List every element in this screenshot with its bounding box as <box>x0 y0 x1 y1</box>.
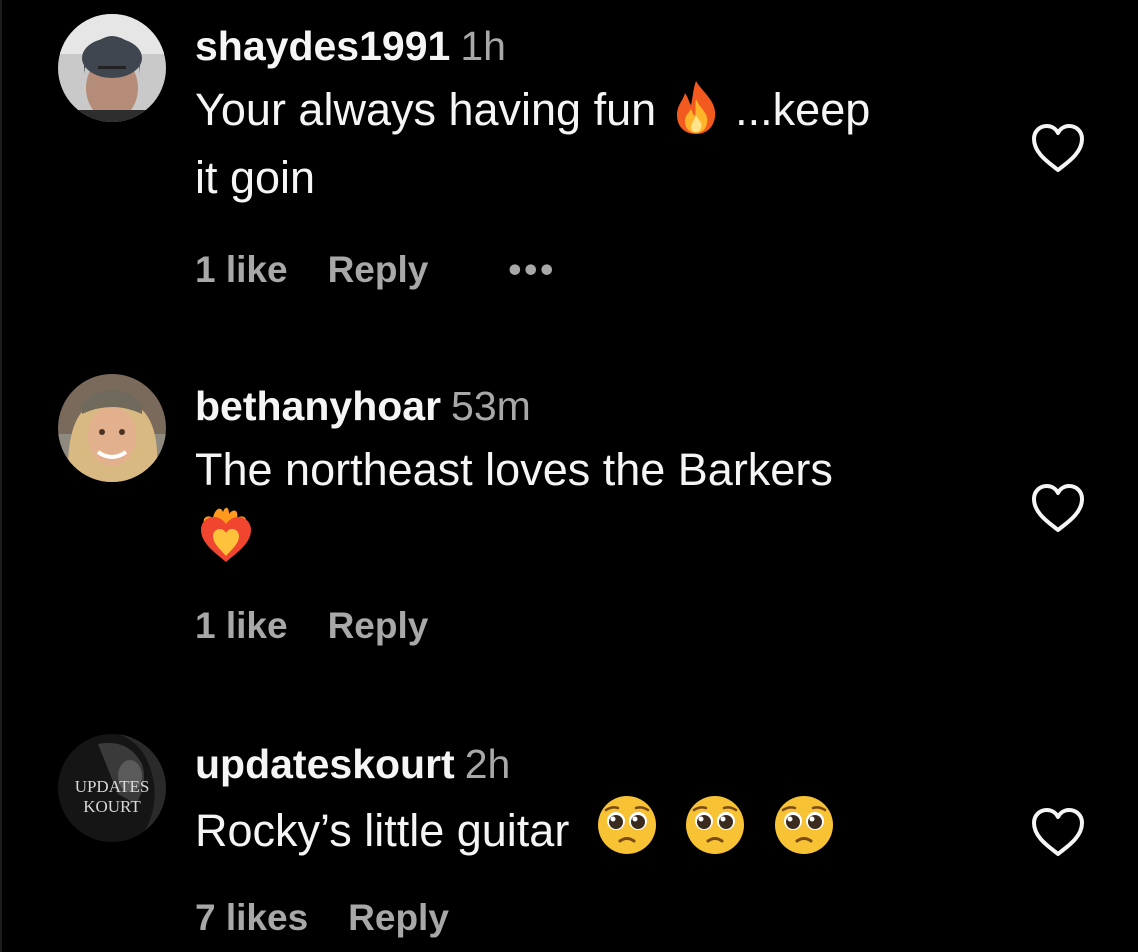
username[interactable]: updateskourt <box>195 741 455 787</box>
avatar-logo-text-line2: KOURT <box>83 797 141 816</box>
comment-header: updateskourt 2h <box>195 740 1005 788</box>
reply-button[interactable]: Reply <box>328 604 429 648</box>
comment-text: Rocky’s little guitar <box>195 794 1005 865</box>
comment-actions: 1 like Reply <box>195 604 428 648</box>
pleading-face-emoji <box>773 794 835 856</box>
timestamp: 53m <box>451 383 531 429</box>
comment-text-part: Rocky’s little guitar <box>195 805 570 856</box>
heart-on-fire-emoji <box>195 504 257 566</box>
left-edge-divider <box>0 0 2 952</box>
comment-text: The northeast loves the Barkers <box>195 436 1005 575</box>
avatar[interactable] <box>58 14 166 122</box>
username[interactable]: bethanyhoar <box>195 383 441 429</box>
reply-button[interactable]: Reply <box>348 896 449 940</box>
pleading-face-emoji <box>684 794 746 856</box>
reply-button[interactable]: Reply <box>328 248 429 292</box>
comment-header: bethanyhoar 53m <box>195 382 1005 430</box>
avatar[interactable]: UPDATES KOURT <box>58 734 166 842</box>
comment-actions: 1 like Reply ••• <box>195 248 556 292</box>
avatar[interactable] <box>58 374 166 482</box>
comment-actions: 7 likes Reply <box>195 896 449 940</box>
heart-outline-icon[interactable] <box>1029 806 1087 858</box>
comment-text-part: it goin <box>195 152 316 203</box>
like-count[interactable]: 1 like <box>195 604 288 648</box>
comment-header: shaydes1991 1h <box>195 22 1005 70</box>
comment-text-part: Your always having fun <box>195 84 657 135</box>
comment-text-part: ...keep <box>735 84 871 135</box>
heart-outline-icon[interactable] <box>1029 482 1087 534</box>
avatar-logo-text-line1: UPDATES <box>75 777 150 796</box>
heart-outline-icon[interactable] <box>1029 122 1087 174</box>
comment-text-part: The northeast loves the Barkers <box>195 444 833 495</box>
comment-text: Your always having fun ...keep it goin <box>195 76 1005 212</box>
like-count[interactable]: 1 like <box>195 248 288 292</box>
more-options-button[interactable]: ••• <box>508 248 556 292</box>
timestamp: 1h <box>460 23 506 69</box>
pleading-face-emoji <box>596 794 658 856</box>
like-count[interactable]: 7 likes <box>195 896 308 940</box>
username[interactable]: shaydes1991 <box>195 23 450 69</box>
fire-emoji <box>669 79 723 135</box>
timestamp: 2h <box>464 741 511 787</box>
